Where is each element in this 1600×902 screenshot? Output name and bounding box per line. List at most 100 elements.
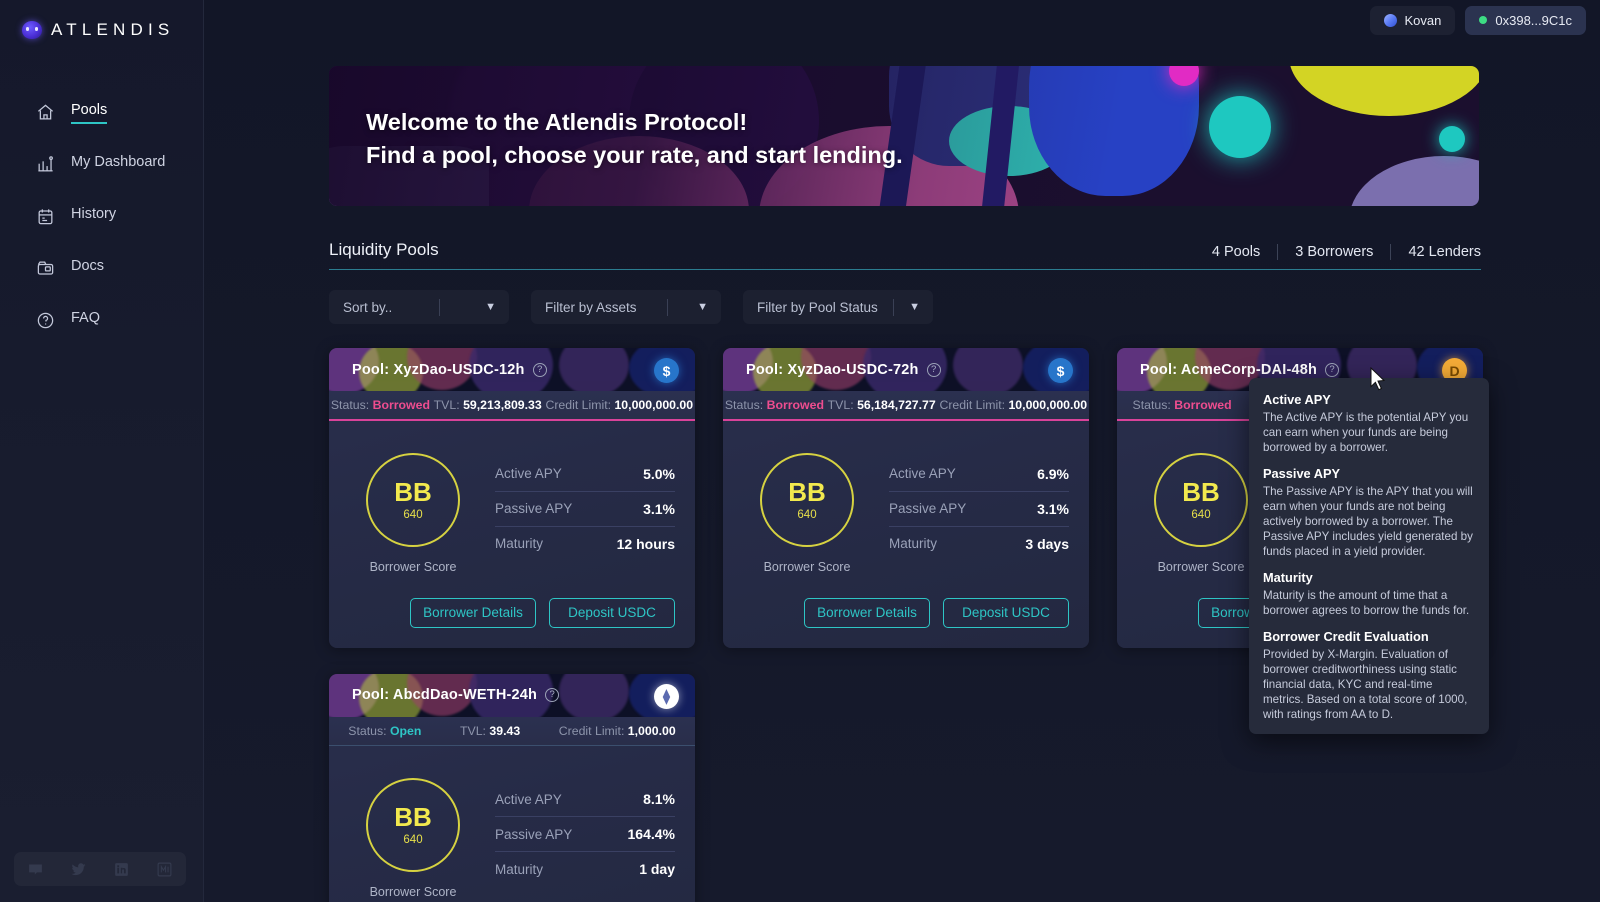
weth-coin-icon: ⧫ xyxy=(654,683,679,709)
pool-card[interactable]: Pool: XyzDao-USDC-72h ? $ Status: Borrow… xyxy=(723,348,1089,648)
score-ring: BB 640 xyxy=(366,778,460,872)
metric-value: 164.4% xyxy=(627,826,675,842)
borrower-score-label: Borrower Score xyxy=(1157,559,1245,574)
status-field: Status: Borrowed xyxy=(725,398,824,412)
sort-by-label: Sort by.. xyxy=(343,299,393,315)
pool-card[interactable]: Pool: AbcdDao-WETH-24h ? ⧫ Status: Open … xyxy=(329,673,695,902)
borrower-score-label: Borrower Score xyxy=(369,559,457,574)
metric-passive-apy: Passive APY 3.1% xyxy=(495,490,675,526)
tooltip-heading: Maturity xyxy=(1263,570,1313,585)
pool-metrics: Active APY 6.9% Passive APY 3.1% Maturit… xyxy=(871,447,1069,574)
metric-value: 8.1% xyxy=(643,791,675,807)
network-label: Kovan xyxy=(1404,12,1442,28)
tvl-label: TVL: xyxy=(827,398,854,412)
social-links xyxy=(14,852,186,886)
usdc-coin-icon: $ xyxy=(1048,358,1073,383)
pool-card-header: Pool: XyzDao-USDC-72h ? $ xyxy=(723,348,1089,391)
pool-card-header: Pool: AbcdDao-WETH-24h ? ⧫ xyxy=(329,673,695,717)
network-selector[interactable]: Kovan xyxy=(1369,5,1456,35)
page-title: Liquidity Pools xyxy=(329,240,439,259)
deposit-button[interactable]: Deposit USDC xyxy=(943,597,1069,628)
metric-value: 5.0% xyxy=(643,465,675,482)
tooltip-body: The Passive APY is the APY that you will… xyxy=(1263,485,1473,558)
borrower-details-button[interactable]: Borrower Details xyxy=(804,597,930,628)
metric-label: Passive APY xyxy=(495,501,573,516)
pool-status-row: Status: Borrowed TVL: 59,213,809.33 Cred… xyxy=(329,391,695,419)
score-ring: BB 640 xyxy=(1154,452,1248,547)
metric-label: Maturity xyxy=(889,536,938,551)
wallet-address-label: 0x398...9C1c xyxy=(1495,12,1572,28)
tooltip-heading: Passive APY xyxy=(1263,466,1341,481)
section-header: Liquidity Pools 4 Pools 3 Borrowers 42 L… xyxy=(329,240,1481,270)
pool-card[interactable]: Pool: XyzDao-USDC-12h ? $ Status: Borrow… xyxy=(329,348,695,648)
credit-limit-field: Credit Limit: 10,000,000.00 xyxy=(545,398,693,412)
help-circle-icon[interactable]: ? xyxy=(545,688,560,702)
metric-value: 12 hours xyxy=(616,535,675,552)
pool-card-header: Pool: XyzDao-USDC-12h ? $ xyxy=(329,348,695,391)
filter-by-pool-status-dropdown[interactable]: Filter by Pool Status ▼ xyxy=(743,290,933,324)
status-label: Status: xyxy=(1132,398,1171,412)
borrower-score-block: BB 640 Borrower Score xyxy=(1137,447,1265,574)
metric-value: 3 days xyxy=(1025,535,1069,552)
folder-docs-icon xyxy=(36,259,55,278)
sort-by-dropdown[interactable]: Sort by.. ▼ xyxy=(329,290,509,324)
sidebar-item-faq[interactable]: FAQ xyxy=(0,294,203,346)
banner-heading: Welcome to the Atlendis Protocol! Find a… xyxy=(366,106,903,172)
score-number: 640 xyxy=(403,834,423,846)
tvl-value: 39.43 xyxy=(489,723,521,738)
sidebar-item-pools[interactable]: Pools xyxy=(0,86,203,138)
tooltip-heading: Borrower Credit Evaluation xyxy=(1263,629,1429,644)
banner-line-2: Find a pool, choose your rate, and start… xyxy=(366,142,903,168)
status-field: Status: Borrowed xyxy=(1133,398,1232,412)
score-number: 640 xyxy=(403,508,423,521)
tvl-field: TVL: 39.43 xyxy=(460,724,520,738)
credit-limit-label: Credit Limit: xyxy=(939,398,1006,412)
help-circle-icon[interactable]: ? xyxy=(1325,362,1340,377)
metric-active-apy: Active APY 8.1% xyxy=(495,782,675,816)
linkedin-icon[interactable] xyxy=(113,861,130,878)
sidebar-item-my-dashboard[interactable]: My Dashboard xyxy=(0,138,203,190)
metric-label: Active APY xyxy=(889,466,956,481)
status-field: Status: Borrowed xyxy=(331,398,430,412)
metric-label: Passive APY xyxy=(495,826,573,842)
brand-logo[interactable]: ATLENDIS xyxy=(0,0,203,40)
pool-title: Pool: AbcdDao-WETH-24h xyxy=(352,687,538,703)
metric-label: Passive APY xyxy=(889,501,967,516)
status-badge: Open xyxy=(389,723,422,738)
score-ring: BB 640 xyxy=(760,452,854,547)
help-circle-icon[interactable]: ? xyxy=(532,362,547,377)
credit-limit-field: Credit Limit: 1,000.00 xyxy=(559,724,676,738)
pool-status-row: Status: Open TVL: 39.43 Credit Limit: 1,… xyxy=(329,716,695,745)
filter-by-assets-dropdown[interactable]: Filter by Assets ▼ xyxy=(531,290,721,324)
score-grade: BB xyxy=(394,802,432,832)
sidebar-item-history[interactable]: History xyxy=(0,190,203,242)
metric-active-apy: Active APY 6.9% xyxy=(889,457,1069,491)
help-tooltip: Active APY The Active APY is the potenti… xyxy=(1249,378,1489,734)
metric-label: Maturity xyxy=(495,536,544,551)
pool-card-actions: Borrower Details Deposit USDC xyxy=(329,594,695,648)
question-circle-icon xyxy=(36,311,55,330)
pool-title: Pool: XyzDao-USDC-12h xyxy=(352,361,525,378)
sidebar-item-docs[interactable]: Docs xyxy=(0,242,203,294)
borrower-details-button[interactable]: Borrower Details xyxy=(410,597,536,628)
discord-icon[interactable] xyxy=(27,861,44,878)
tvl-value: 59,213,809.33 xyxy=(463,398,542,412)
stat-lenders: 42 Lenders xyxy=(1390,244,1481,260)
metric-passive-apy: Passive APY 164.4% xyxy=(495,816,675,851)
stat-borrowers: 3 Borrowers xyxy=(1277,244,1390,260)
score-grade: BB xyxy=(1182,476,1220,507)
credit-limit-label: Credit Limit: xyxy=(558,723,625,738)
help-circle-icon[interactable]: ? xyxy=(926,362,941,377)
stat-pools: 4 Pools xyxy=(1211,244,1261,260)
dashboard-chart-icon xyxy=(36,155,55,174)
wallet-address-button[interactable]: 0x398...9C1c xyxy=(1465,5,1586,35)
sidebar-item-label: Pools xyxy=(71,102,108,124)
twitter-icon[interactable] xyxy=(70,861,87,878)
pool-card-body: BB 640 Borrower Score Active APY 8.1% Pa… xyxy=(329,746,695,902)
credit-limit-value: 10,000,000.00 xyxy=(1008,398,1088,412)
credit-limit-field: Credit Limit: 10,000,000.00 xyxy=(939,398,1087,412)
credit-limit-label: Credit Limit: xyxy=(545,398,612,412)
medium-icon[interactable] xyxy=(156,861,173,878)
deposit-button[interactable]: Deposit USDC xyxy=(549,597,675,628)
status-label: Status: xyxy=(724,398,764,412)
